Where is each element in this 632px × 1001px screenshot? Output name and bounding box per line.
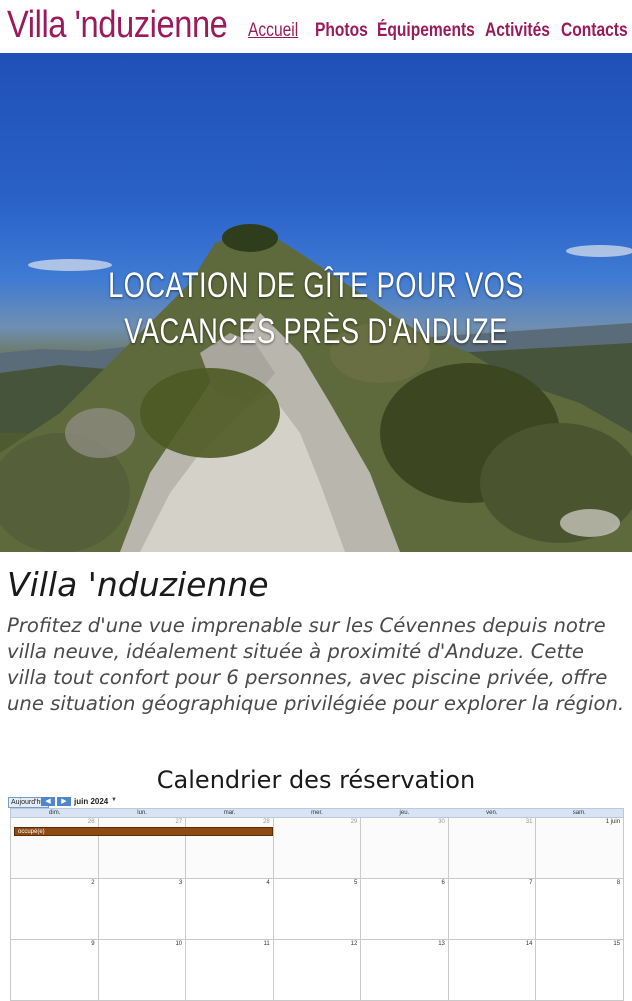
day-number: 3 [178,880,183,886]
calendar-day[interactable]: 4 [186,879,274,939]
calendar-day[interactable]: 7 [449,879,537,939]
booking-event[interactable]: occupé(e) [14,827,273,836]
hero-video[interactable]: LOCATION DE GÎTE POUR VOS VACANCES PRÈS … [0,53,632,552]
day-number: 7 [529,880,533,886]
day-number: 15 [613,941,621,947]
day-number: 26 [87,819,95,825]
calendar-day[interactable]: 1 juin [536,818,625,878]
intro-title: Villa 'nduzienne [7,565,269,604]
site-header: Villa 'nduzienne Accueil Photos Équipeme… [0,0,632,53]
weekday-label: mar. [223,810,236,816]
hero-title-line-2: VACANCES PRÈS D'ANDUZE [124,312,508,351]
calendar-day[interactable]: 29 [273,818,362,878]
calendar-week: 9 10 11 12 13 14 15 [10,940,625,1001]
calendar-week: 26 27 28 29 30 31 1 juin occupé(e) [10,818,625,879]
chevron-right-icon[interactable]: ▶ [57,797,71,806]
calendar-day[interactable]: 2 [11,879,99,939]
calendar-day[interactable]: 9 [11,940,99,1000]
calendar-day[interactable]: 31 [448,818,537,878]
day-number: 13 [438,941,445,947]
day-number: 14 [525,941,533,947]
day-number: 30 [438,819,445,825]
day-number: 2 [91,880,95,886]
hero-title: LOCATION DE GÎTE POUR VOS VACANCES PRÈS … [70,263,563,355]
nav-contacts[interactable]: Contacts [561,20,628,42]
chevron-down-icon[interactable]: ▼ [111,797,117,803]
day-number: 11 [263,941,270,947]
nav-equipements[interactable]: Équipements [377,20,475,42]
day-number: 10 [175,941,183,947]
booking-calendar: Aujourd'hui ◀ ▶ juin 2024 ▼ dim. lun. ma… [8,796,625,1001]
day-number: 1 juin [605,819,621,825]
day-number: 6 [441,880,445,886]
calendar-month-label[interactable]: juin 2024 [74,797,108,806]
weekday-label: ven. [486,810,498,816]
hero-title-line-1: LOCATION DE GÎTE POUR VOS [108,266,524,305]
chevron-left-icon[interactable]: ◀ [41,797,55,806]
calendar-day[interactable]: 6 [361,879,449,939]
calendar-day[interactable]: 11 [186,940,274,1000]
calendar-day[interactable]: 15 [536,940,625,1000]
day-number: 5 [353,880,358,886]
calendar-weekday-header: dim. lun. mar. mer. jeu. ven. sam. [10,808,624,818]
calendar-grid: dim. lun. mar. mer. jeu. ven. sam. 26 27… [10,808,625,1001]
calendar-week: 2 3 4 5 6 7 8 [10,879,625,940]
calendar-day[interactable]: 30 [361,818,449,878]
calendar-day[interactable]: 3 [99,879,187,939]
day-number: 28 [263,819,270,825]
day-number: 31 [525,819,533,825]
weekday-label: dim. [49,810,61,816]
day-number: 9 [91,941,95,947]
nav-accueil[interactable]: Accueil [248,20,298,42]
day-number: 12 [350,941,358,947]
nav-activites[interactable]: Activités [485,20,550,42]
calendar-day[interactable]: 10 [99,940,187,1000]
weekday-label: mer. [311,810,323,816]
weekday-label: jeu. [399,810,410,816]
weekday-label: sam. [572,810,586,816]
calendar-day[interactable]: 5 [274,879,362,939]
calendar-heading: Calendrier des réservation [156,766,476,794]
intro-text: Profitez d'une vue imprenable sur les Cé… [7,614,625,715]
day-number: 4 [266,880,270,886]
calendar-toolbar: Aujourd'hui ◀ ▶ juin 2024 ▼ [8,796,624,808]
day-number: 27 [175,819,183,825]
calendar-day[interactable]: 8 [536,879,625,939]
main-nav: Accueil Photos Équipements Activités Con… [0,20,632,48]
calendar-day[interactable]: 14 [449,940,537,1000]
day-number: 29 [350,819,358,825]
weekday-label: lun. [137,810,147,816]
day-number: 8 [616,880,621,886]
calendar-day[interactable]: 12 [274,940,362,1000]
calendar-day[interactable]: 13 [361,940,449,1000]
nav-photos[interactable]: Photos [315,20,368,42]
